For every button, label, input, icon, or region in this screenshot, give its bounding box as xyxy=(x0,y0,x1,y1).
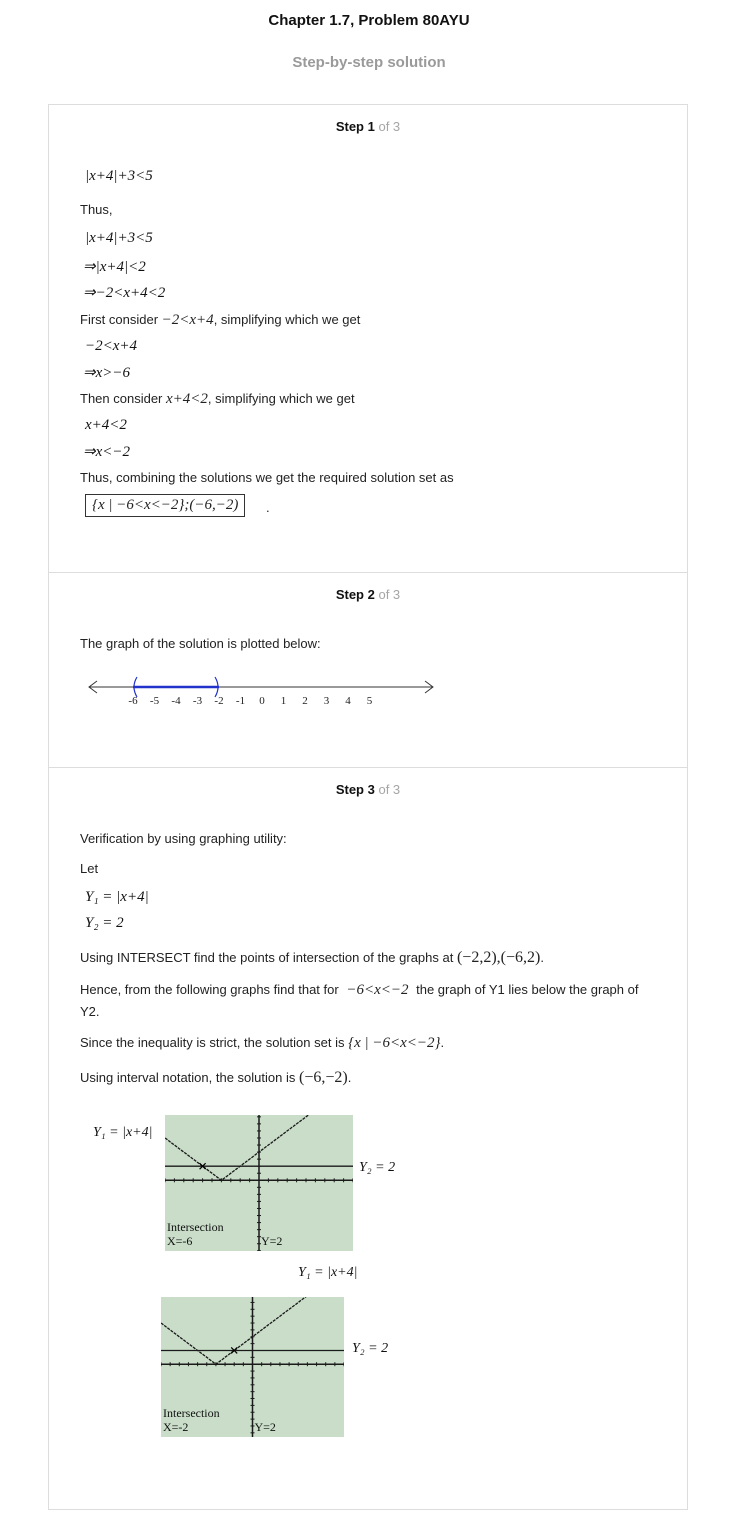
hence-pre: Hence, from the following graphs find th… xyxy=(80,982,339,997)
interval-value: (−6,−2) xyxy=(298,1069,348,1086)
equation-c: ⇒−2<x+4<2 xyxy=(83,285,166,301)
intersect-points: (−2,2),(−6,2) xyxy=(456,949,541,966)
tick-label: -3 xyxy=(193,695,203,707)
step-2-header: Step 2 of 3 xyxy=(49,587,687,602)
interval-period: . xyxy=(347,1070,352,1085)
step-count: of 3 xyxy=(378,782,401,797)
answer-box: {x | −6<x<−2};(−6,−2) xyxy=(85,494,246,517)
equation-d: −2<x+4 xyxy=(85,338,138,354)
interval-pre: Using interval notation, the solution is xyxy=(80,1070,296,1085)
step-label: Step 1 xyxy=(335,119,375,134)
equation-b: ⇒|x+4|<2 xyxy=(83,259,146,275)
strict-set: {x | −6<x<−2} xyxy=(348,1035,441,1051)
tick-label: 1 xyxy=(281,695,287,707)
graph1-y1-label: Y₁ = |x+4| xyxy=(93,1125,153,1140)
hence-eq: −6<x<−2 xyxy=(346,982,409,998)
calculator-screen-2: IntersectionX=-2 Y=2 xyxy=(161,1297,344,1437)
y2-definition: Y₂ = 2 xyxy=(85,915,124,931)
interval-text: Using interval notation, the solution is… xyxy=(80,1069,351,1087)
screen-intersection-text: Intersection xyxy=(167,1220,224,1234)
equation-g: ⇒x<−2 xyxy=(83,444,130,460)
tick-label: -5 xyxy=(150,695,160,707)
thus-text: Thus, xyxy=(80,202,113,217)
step-1-header: Step 1 of 3 xyxy=(49,119,687,134)
intersect-pre: Using INTERSECT find the points of inter… xyxy=(80,950,454,965)
step-count: of 3 xyxy=(378,119,401,134)
first-consider-text: First consider −2<x+4, simplifying which… xyxy=(80,312,360,329)
hence-text: Hence, from the following graphs find th… xyxy=(80,979,650,1022)
tick-label: 0 xyxy=(259,695,265,707)
tick-label: -4 xyxy=(171,695,181,707)
screen-x-value: X=-6 xyxy=(167,1234,192,1248)
graph-intro-text: The graph of the solution is plotted bel… xyxy=(80,636,321,651)
page-title: Chapter 1.7, Problem 80AYU xyxy=(268,12,470,29)
first-consider-post: , simplifying which we get xyxy=(213,312,361,327)
first-consider-pre: First consider xyxy=(80,312,159,327)
graph1-y2-label: Y₂ = 2 xyxy=(359,1160,396,1175)
strict-text: Since the inequality is strict, the solu… xyxy=(80,1035,444,1052)
screen-y-value: Y=2 xyxy=(255,1420,276,1434)
step-count: of 3 xyxy=(378,587,401,602)
then-consider-pre: Then consider xyxy=(80,391,163,406)
step-3-card: Step 3 of 3 Verification by using graphi… xyxy=(48,767,688,1510)
tick-label: 5 xyxy=(367,695,373,707)
graph2-y2-label: Y₂ = 2 xyxy=(352,1341,389,1356)
equation-f: x+4<2 xyxy=(85,417,127,433)
graph2-y1-label: Y₁ = |x+4| xyxy=(298,1265,358,1280)
page-subtitle: Step-by-step solution xyxy=(292,54,446,71)
equation-e: ⇒x>−6 xyxy=(83,365,130,381)
verify-text: Verification by using graphing utility: xyxy=(80,831,287,846)
intersect-period: . xyxy=(540,950,544,965)
then-consider-post: , simplifying which we get xyxy=(207,391,355,406)
equation-main: |x+4|+3<5 xyxy=(85,168,153,184)
then-consider-text: Then consider x+4<2, simplifying which w… xyxy=(80,391,355,408)
strict-pre: Since the inequality is strict, the solu… xyxy=(80,1035,345,1050)
combine-text: Thus, combining the solutions we get the… xyxy=(80,470,454,485)
screen-y-value: Y=2 xyxy=(261,1234,282,1248)
tick-label: 4 xyxy=(345,695,351,707)
step-label: Step 3 xyxy=(335,782,375,797)
tick-label: 2 xyxy=(302,695,308,707)
tick-label: -1 xyxy=(236,695,245,707)
tick-label: 3 xyxy=(324,695,330,707)
screen-x-value: X=-2 xyxy=(163,1420,188,1434)
strict-period: . xyxy=(440,1035,445,1050)
calculator-screen-1: IntersectionX=-6 Y=2 xyxy=(165,1115,353,1251)
step-2-card: Step 2 of 3 The graph of the solution is… xyxy=(48,572,688,768)
step-1-card: Step 1 of 3 |x+4|+3<5 Thus, |x+4|+3<5 ⇒|… xyxy=(48,104,688,573)
first-consider-eq: −2<x+4 xyxy=(161,312,214,328)
let-text: Let xyxy=(80,861,99,876)
step-label: Step 2 xyxy=(335,587,375,602)
screen-intersection-text: Intersection xyxy=(163,1406,220,1420)
answer-period: . xyxy=(266,500,270,515)
equation-a: |x+4|+3<5 xyxy=(85,230,153,246)
step-3-header: Step 3 of 3 xyxy=(49,782,687,797)
then-consider-eq: x+4<2 xyxy=(166,391,208,407)
intersect-text: Using INTERSECT find the points of inter… xyxy=(80,949,544,967)
number-line: -6 -5 -4 -3 -2 -1 0 1 2 3 4 5 xyxy=(88,676,434,707)
y1-definition: Y₁ = |x+4| xyxy=(85,889,149,905)
